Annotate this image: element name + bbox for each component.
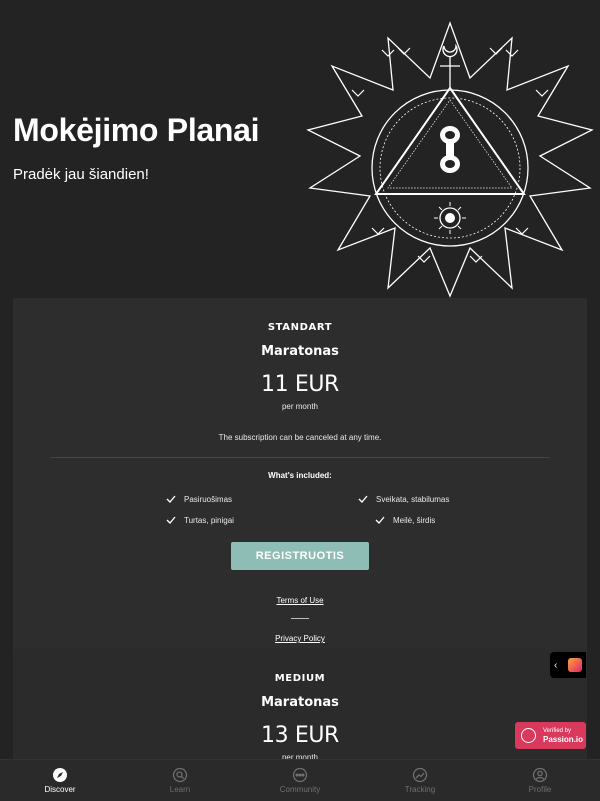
sacred-emblem-icon [306,21,594,298]
tab-label: Profile [528,785,552,794]
passion-logo-icon [521,728,536,743]
hero-section: Mokėjimo Planai Pradėk jau šiandien! [0,0,600,298]
check-icon [166,516,176,524]
plan-card-standart: STANDART Maratonas 11 EUR per month The … [13,298,587,649]
chat-bubble-icon [292,767,308,783]
side-panel-toggle[interactable]: ‹ [550,652,586,678]
plan-price: 11 EUR [261,372,339,397]
plan-period: per month [281,402,319,411]
tab-label: Community [279,785,321,794]
privacy-link[interactable]: Privacy Policy [13,634,587,643]
check-icon [375,516,385,524]
tab-community[interactable]: Community [240,760,360,801]
tab-learn[interactable]: Learn [120,760,240,801]
app-logo-icon [568,658,582,672]
plan-name: Maratonas [261,344,339,359]
cancel-note: The subscription can be canceled at any … [218,433,382,442]
trend-icon [412,767,428,783]
page-subtitle: Pradėk jau šiandien! [13,166,149,183]
included-heading: What's included: [268,471,332,480]
check-icon [166,495,176,503]
feature-label: Turtas, pinigai [184,515,234,525]
bottom-tab-bar: Discover Learn Community Tracking Profil… [0,759,600,801]
plan-tier: STANDART [267,322,333,333]
divider [50,457,550,458]
feature-item: Meilė, širdis [375,515,435,525]
badge-line-2: Passion.io [543,734,584,744]
user-icon [532,767,548,783]
tab-discover[interactable]: Discover [0,760,120,801]
tab-label: Discover [44,785,76,794]
tab-label: Tracking [404,785,436,794]
compass-icon [53,768,67,782]
tab-label: Learn [169,785,191,794]
chevron-left-icon: ‹ [554,659,558,671]
plan-card-medium: MEDIUM Maratonas 13 EUR per month [13,649,587,769]
register-button[interactable]: REGISTRUOTIS [231,542,369,570]
feature-label: Meilė, širdis [393,515,436,525]
plan-price: 13 EUR [261,723,339,748]
feature-label: Pasiruošimas [184,494,233,504]
verified-badge[interactable]: Verified by Passion.io [515,722,586,749]
feature-item: Sveikata, stabilumas [358,494,449,504]
check-icon [358,495,368,503]
terms-link[interactable]: Terms of Use [13,596,587,605]
badge-line-1: Verified by [543,727,572,734]
learn-search-icon [172,767,188,783]
tab-profile[interactable]: Profile [480,760,600,801]
plan-tier: MEDIUM [274,673,326,684]
divider [291,618,309,619]
feature-label: Sveikata, stabilumas [376,494,450,504]
feature-item: Turtas, pinigai [166,515,234,525]
feature-item: Pasiruošimas [166,494,232,504]
plan-name: Maratonas [261,695,339,710]
page-title: Mokėjimo Planai [13,112,260,148]
tab-tracking[interactable]: Tracking [360,760,480,801]
